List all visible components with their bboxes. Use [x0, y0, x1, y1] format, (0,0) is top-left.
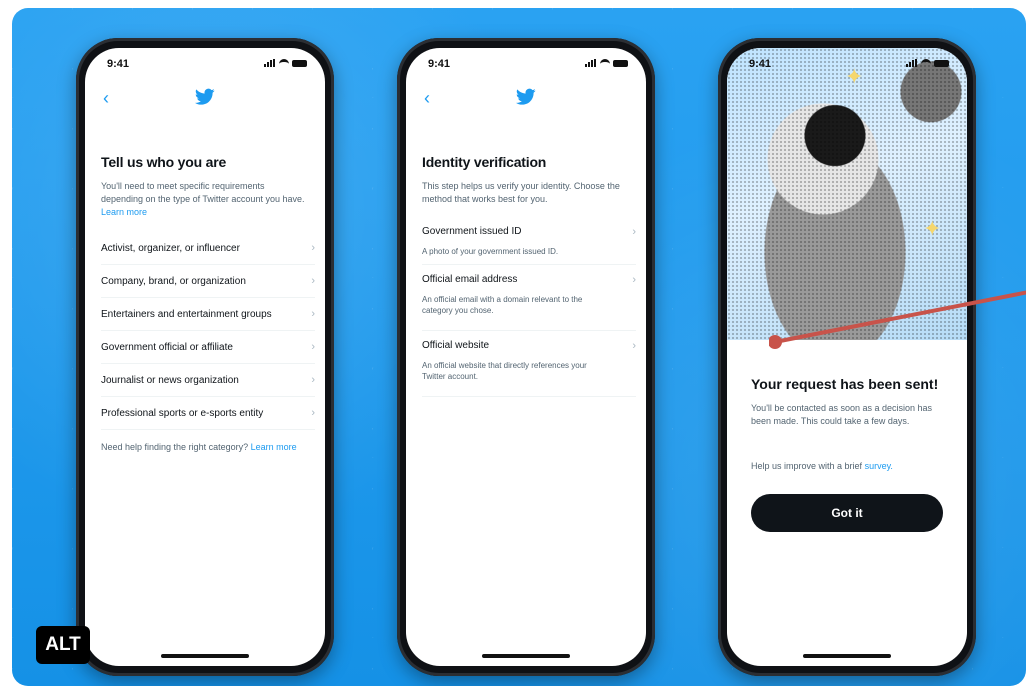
signal-icon	[585, 59, 597, 67]
battery-icon	[292, 59, 307, 67]
alt-text-badge[interactable]: ALT	[36, 626, 90, 664]
wifi-icon	[921, 59, 931, 67]
status-bar: 9:41	[107, 58, 307, 74]
battery-icon	[613, 59, 628, 67]
phone-confirmation: ✦ ✦ 9:41 Your request has been sent! You…	[718, 38, 976, 676]
confirmation-description: You'll be contacted as soon as a decisio…	[751, 403, 933, 426]
phone-screen: ✦ ✦ 9:41 Your request has been sent! You…	[727, 48, 967, 666]
status-icons	[906, 59, 949, 67]
category-item[interactable]: Activist, organizer, or influencer ›	[101, 232, 315, 265]
status-time: 9:41	[749, 58, 772, 70]
category-item[interactable]: Professional sports or e-sports entity ›	[101, 397, 315, 430]
category-item[interactable]: Company, brand, or organization ›	[101, 265, 315, 298]
divider	[422, 396, 636, 397]
wifi-icon	[600, 59, 610, 67]
divider	[422, 264, 636, 265]
divider	[422, 330, 636, 331]
help-text: Need help finding the right category? Le…	[101, 442, 297, 452]
home-indicator	[482, 654, 570, 658]
wifi-icon	[279, 59, 289, 67]
status-bar: 9:41	[428, 58, 628, 74]
back-chevron-icon[interactable]: ‹	[103, 88, 109, 109]
survey-text: Help us improve with a brief survey.	[751, 461, 893, 471]
chevron-right-icon: ›	[311, 308, 315, 320]
chevron-right-icon: ›	[632, 226, 636, 238]
battery-icon	[934, 59, 949, 67]
chevron-right-icon: ›	[311, 341, 315, 353]
got-it-button[interactable]: Got it	[751, 494, 943, 532]
page-title: Tell us who you are	[101, 154, 227, 170]
status-time: 9:41	[428, 58, 451, 70]
chevron-right-icon: ›	[311, 374, 315, 386]
phone-screen: 9:41 ‹ Identity verification This step h…	[406, 48, 646, 666]
back-chevron-icon[interactable]: ‹	[424, 88, 430, 109]
page-title: Identity verification	[422, 154, 547, 170]
phone-screen: 9:41 ‹ Tell us who you are You'll need t…	[85, 48, 325, 666]
learn-more-link[interactable]: Learn more	[101, 207, 147, 217]
chevron-right-icon: ›	[632, 340, 636, 352]
page-description: You'll need to meet specific requirement…	[101, 181, 305, 217]
chevron-right-icon: ›	[311, 275, 315, 287]
twitter-bird-icon	[516, 88, 536, 105]
astronaut-illustration: ✦ ✦	[727, 48, 967, 340]
sparkle-icon: ✦	[923, 216, 942, 241]
chevron-right-icon: ›	[311, 407, 315, 419]
twitter-bird-icon	[195, 88, 215, 105]
page-description: This step helps us verify your identity.…	[422, 181, 620, 204]
phone-identity: 9:41 ‹ Identity verification This step h…	[397, 38, 655, 676]
category-item[interactable]: Entertainers and entertainment groups ›	[101, 298, 315, 331]
help-learn-more-link[interactable]: Learn more	[251, 442, 297, 452]
status-bar: 9:41	[749, 58, 949, 74]
status-time: 9:41	[107, 58, 130, 70]
status-icons	[264, 59, 307, 67]
verify-option-government-id[interactable]: Government issued ID › A photo of your go…	[422, 226, 636, 257]
signal-icon	[264, 59, 276, 67]
image-frame: 9:41 ‹ Tell us who you are You'll need t…	[12, 8, 1026, 686]
signal-icon	[906, 59, 918, 67]
phone-category: 9:41 ‹ Tell us who you are You'll need t…	[76, 38, 334, 676]
category-list: Activist, organizer, or influencer › Comp…	[101, 232, 315, 430]
status-icons	[585, 59, 628, 67]
home-indicator	[803, 654, 891, 658]
confirmation-title: Your request has been sent!	[751, 376, 939, 392]
chevron-right-icon: ›	[311, 242, 315, 254]
verify-option-website[interactable]: Official website › An official website th…	[422, 340, 636, 382]
verify-option-email[interactable]: Official email address › An official emai…	[422, 274, 636, 316]
home-indicator	[161, 654, 249, 658]
category-item[interactable]: Journalist or news organization ›	[101, 364, 315, 397]
chevron-right-icon: ›	[632, 274, 636, 286]
survey-link[interactable]: survey.	[865, 461, 893, 471]
category-item[interactable]: Government official or affiliate ›	[101, 331, 315, 364]
